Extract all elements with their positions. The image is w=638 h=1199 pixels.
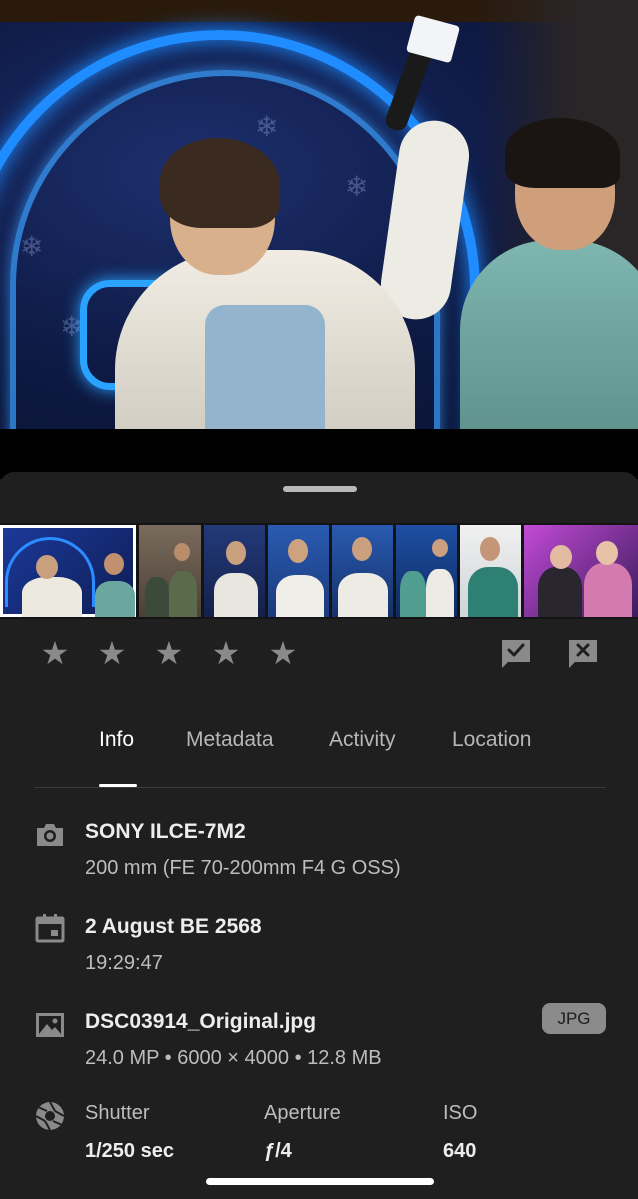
aperture-label: Aperture — [264, 1102, 341, 1124]
camera-icon — [34, 819, 66, 851]
snowflake-decor: ❄ — [20, 231, 44, 262]
capture-time: 19:29:47 — [85, 952, 163, 974]
snowflake-decor: ❄ — [345, 171, 369, 202]
iso-value: 640 — [443, 1140, 477, 1162]
person-vest — [205, 305, 325, 429]
tab-location[interactable]: Location — [452, 728, 531, 752]
thumbnail-selected[interactable] — [0, 525, 136, 617]
star-rating[interactable]: ★ ★ ★ ★ ★ — [40, 637, 298, 669]
thumbnail[interactable] — [524, 525, 638, 617]
pick-flag-icon[interactable] — [500, 638, 532, 670]
person-hair — [160, 138, 280, 228]
star-icon[interactable]: ★ — [154, 637, 184, 669]
lens-info: 200 mm (FE 70-200mm F4 G OSS) — [85, 857, 401, 879]
format-badge: JPG — [542, 1003, 606, 1034]
iso-label: ISO — [443, 1102, 478, 1124]
tab-info[interactable]: Info — [99, 728, 134, 752]
home-indicator[interactable] — [206, 1178, 434, 1185]
image-icon — [34, 1009, 66, 1041]
thumbnail[interactable] — [139, 525, 201, 617]
tab-metadata[interactable]: Metadata — [186, 728, 274, 752]
star-icon[interactable]: ★ — [40, 637, 70, 669]
file-details: 24.0 MP • 6000 × 4000 • 12.8 MB — [85, 1047, 382, 1069]
info-panel: ★ ★ ★ ★ ★ Info Metadata Activity Locatio… — [0, 472, 638, 1199]
calendar-icon — [34, 912, 66, 944]
capture-date: 2 August BE 2568 — [85, 915, 262, 938]
filmstrip[interactable] — [0, 523, 638, 619]
reject-flag-icon[interactable] — [567, 638, 599, 670]
aperture-value: ƒ/4 — [264, 1140, 292, 1162]
thumbnail[interactable] — [332, 525, 393, 617]
person2-jacket — [460, 240, 638, 429]
aperture-icon — [34, 1100, 66, 1132]
thumbnail[interactable] — [204, 525, 265, 617]
star-icon[interactable]: ★ — [97, 637, 127, 669]
shutter-value: 1/250 sec — [85, 1140, 174, 1162]
active-tab-indicator — [99, 784, 137, 787]
info-tabs: Info Metadata Activity Location — [34, 722, 606, 788]
tab-activity[interactable]: Activity — [329, 728, 396, 752]
star-icon[interactable]: ★ — [211, 637, 241, 669]
thumbnail[interactable] — [268, 525, 329, 617]
file-name: DSC03914_Original.jpg — [85, 1010, 317, 1033]
thumbnail[interactable] — [396, 525, 457, 617]
person2-hair — [505, 118, 620, 188]
photo-preview[interactable]: ❄ ❄ ❄ ❄ — [0, 0, 638, 429]
thumbnail[interactable] — [460, 525, 521, 617]
snowflake-decor: ❄ — [255, 111, 279, 142]
panel-drag-handle[interactable] — [283, 486, 357, 492]
snowflake-decor: ❄ — [60, 311, 84, 342]
star-icon[interactable]: ★ — [268, 637, 298, 669]
shutter-label: Shutter — [85, 1102, 150, 1124]
camera-model: SONY ILCE-7M2 — [85, 820, 246, 843]
